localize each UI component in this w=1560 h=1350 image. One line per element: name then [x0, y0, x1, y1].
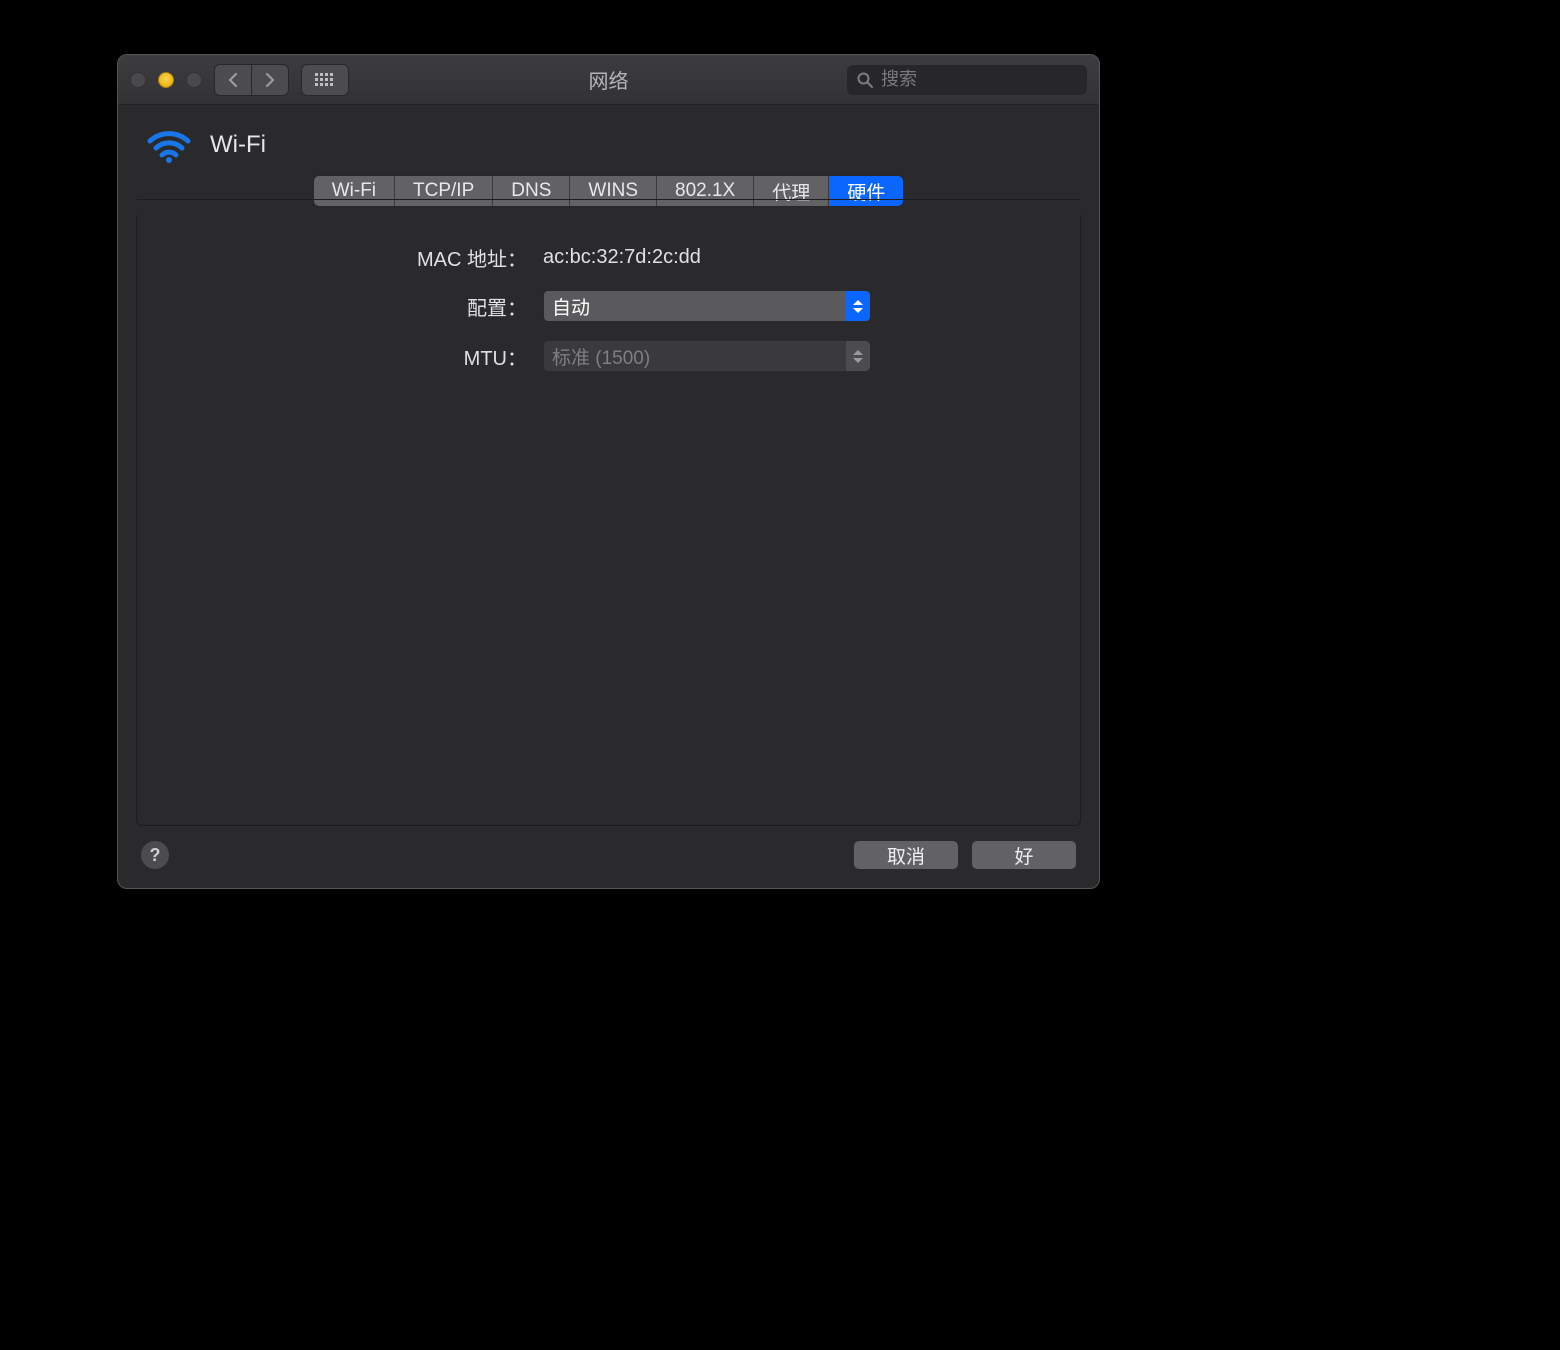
config-label: 配置：	[137, 292, 527, 321]
pane-header: Wi-Fi	[118, 105, 1099, 175]
tab-wins[interactable]: WINS	[570, 176, 657, 206]
tab-802-1x[interactable]: 802.1X	[657, 176, 754, 206]
mtu-popup: 标准 (1500)	[543, 340, 871, 372]
config-popup[interactable]: 自动	[543, 290, 871, 322]
tab-dns[interactable]: DNS	[493, 176, 570, 206]
help-button[interactable]: ?	[140, 840, 170, 870]
window-toolbar: 网络	[118, 55, 1099, 105]
back-button[interactable]	[214, 64, 252, 96]
pane-title: Wi-Fi	[210, 131, 266, 159]
show-all-button[interactable]	[301, 64, 349, 96]
minimize-icon[interactable]	[158, 72, 174, 88]
stepper-arrows-icon	[846, 341, 870, 371]
tab-wi-fi[interactable]: Wi-Fi	[314, 176, 395, 206]
row-config: 配置： 自动	[137, 290, 1080, 322]
tab-bar: Wi-FiTCP/IPDNSWINS802.1X代理硬件	[118, 175, 1099, 215]
nav-buttons	[214, 64, 289, 96]
grid-icon	[315, 73, 335, 87]
cancel-button[interactable]: 取消	[853, 840, 959, 870]
search-icon	[857, 72, 873, 88]
config-value: 自动	[552, 293, 590, 320]
mac-label: MAC 地址：	[137, 243, 527, 272]
tab--[interactable]: 硬件	[829, 176, 903, 206]
mtu-label: MTU：	[137, 342, 527, 371]
ok-button[interactable]: 好	[971, 840, 1077, 870]
search-field[interactable]	[847, 65, 1087, 95]
tab-tcp-ip[interactable]: TCP/IP	[395, 176, 493, 206]
row-mtu: MTU： 标准 (1500)	[137, 340, 1080, 372]
mtu-value: 标准 (1500)	[552, 343, 650, 370]
row-mac: MAC 地址： ac:bc:32:7d:2c:dd	[137, 243, 1080, 272]
forward-button[interactable]	[252, 64, 289, 96]
search-input[interactable]	[879, 68, 1100, 91]
content-panel: MAC 地址： ac:bc:32:7d:2c:dd 配置： 自动 MTU： 标准…	[136, 215, 1081, 826]
zoom-icon[interactable]	[186, 72, 202, 88]
traffic-lights	[130, 72, 202, 88]
close-icon[interactable]	[130, 72, 146, 88]
footer: ? 取消 好	[118, 840, 1099, 888]
preferences-window: 网络 Wi-Fi Wi-FiTCP/IPDNSWINS802.1X代理硬件	[117, 54, 1100, 889]
wifi-icon	[146, 127, 192, 163]
stepper-arrows-icon	[846, 291, 870, 321]
tab--[interactable]: 代理	[754, 176, 829, 206]
mac-value: ac:bc:32:7d:2c:dd	[543, 246, 701, 269]
